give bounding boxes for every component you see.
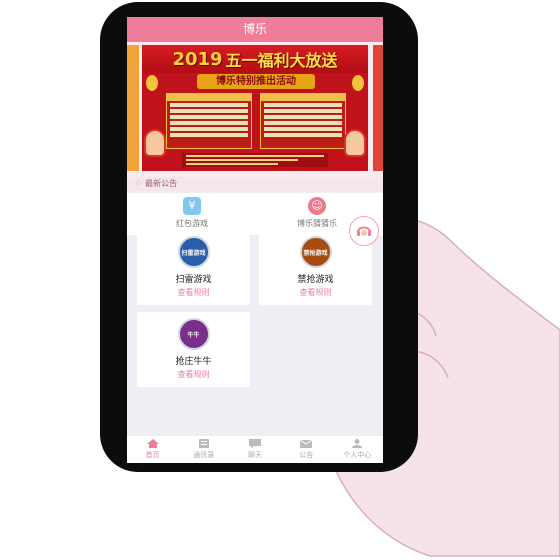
customer-service-button[interactable] — [349, 216, 379, 246]
quick-action-label: 博乐猜猜乐 — [297, 219, 337, 228]
promo-footnote — [182, 153, 328, 167]
game-card-minesweeper[interactable]: 扫雷游戏 扫雷游戏 查看规则 — [137, 230, 250, 305]
mail-icon — [299, 439, 313, 448]
banner-prev-slide[interactable] — [127, 45, 139, 171]
smiley-icon: ☺ — [308, 197, 326, 215]
quick-action-label: 红包游戏 — [176, 219, 208, 228]
promo-title-row: 2019 五一福利大放送 — [142, 45, 368, 73]
view-rules-link[interactable]: 查看规则 — [259, 287, 372, 298]
banner-next-slide[interactable] — [373, 45, 383, 171]
lantern-icon — [352, 75, 364, 91]
bottom-tab-bar: 首页 通讯录 聊天 公告 个人中心 — [127, 435, 383, 463]
quick-action-guess[interactable]: ☺ 博乐猜猜乐 — [287, 197, 347, 229]
game-title: 扫雷游戏 — [175, 275, 212, 285]
quick-actions: ¥ 红包游戏 ☺ 博乐猜猜乐 — [127, 193, 383, 235]
app-screen: 博乐 2019 五一福利大放送 博乐特别推出活动 ♢ 最新公告 ¥ 红包游戏 ☺… — [127, 17, 383, 463]
tab-chat[interactable]: 聊天 — [229, 436, 280, 463]
trophy-game-icon: 禁抢游戏 — [299, 236, 332, 268]
promo-year: 2019 — [172, 48, 223, 70]
home-icon — [146, 439, 159, 448]
fortune-god-icon — [144, 129, 166, 157]
tab-contacts[interactable]: 通讯录 — [178, 436, 229, 463]
game-title: 抢庄牛牛 — [175, 357, 212, 367]
yen-wallet-icon: ¥ — [183, 197, 201, 215]
quick-action-red-packet[interactable]: ¥ 红包游戏 — [167, 197, 217, 229]
lantern-icon — [146, 75, 158, 91]
announcement-label: 最新公告 — [145, 179, 178, 188]
promo-tables — [166, 93, 346, 149]
niuniu-game-icon: 牛牛 — [177, 318, 210, 350]
tab-profile[interactable]: 个人中心 — [332, 436, 383, 463]
promo-banner[interactable]: 2019 五一福利大放送 博乐特别推出活动 — [142, 45, 368, 171]
app-title: 博乐 — [127, 17, 383, 42]
fortune-god-icon — [344, 129, 366, 157]
minesweeper-game-icon: 扫雷游戏 — [177, 236, 210, 268]
game-title: 禁抢游戏 — [297, 275, 334, 285]
tab-announcements[interactable]: 公告 — [281, 436, 332, 463]
chat-icon — [249, 439, 261, 448]
promo-table-right — [260, 93, 346, 149]
contacts-icon — [198, 439, 209, 448]
view-rules-link[interactable]: 查看规则 — [137, 287, 250, 298]
promo-table-left — [166, 93, 252, 149]
tab-home[interactable]: 首页 — [127, 436, 178, 463]
user-icon — [352, 439, 363, 448]
game-card-niuniu[interactable]: 牛牛 抢庄牛牛 查看规则 — [137, 312, 250, 387]
announcement-bar[interactable]: ♢ 最新公告 — [127, 177, 383, 191]
promo-subtitle: 博乐特别推出活动 — [197, 74, 315, 89]
promo-headline: 五一福利大放送 — [225, 51, 338, 70]
view-rules-link[interactable]: 查看规则 — [137, 369, 250, 380]
bell-icon: ♢ — [135, 179, 143, 188]
headset-icon — [357, 226, 371, 236]
